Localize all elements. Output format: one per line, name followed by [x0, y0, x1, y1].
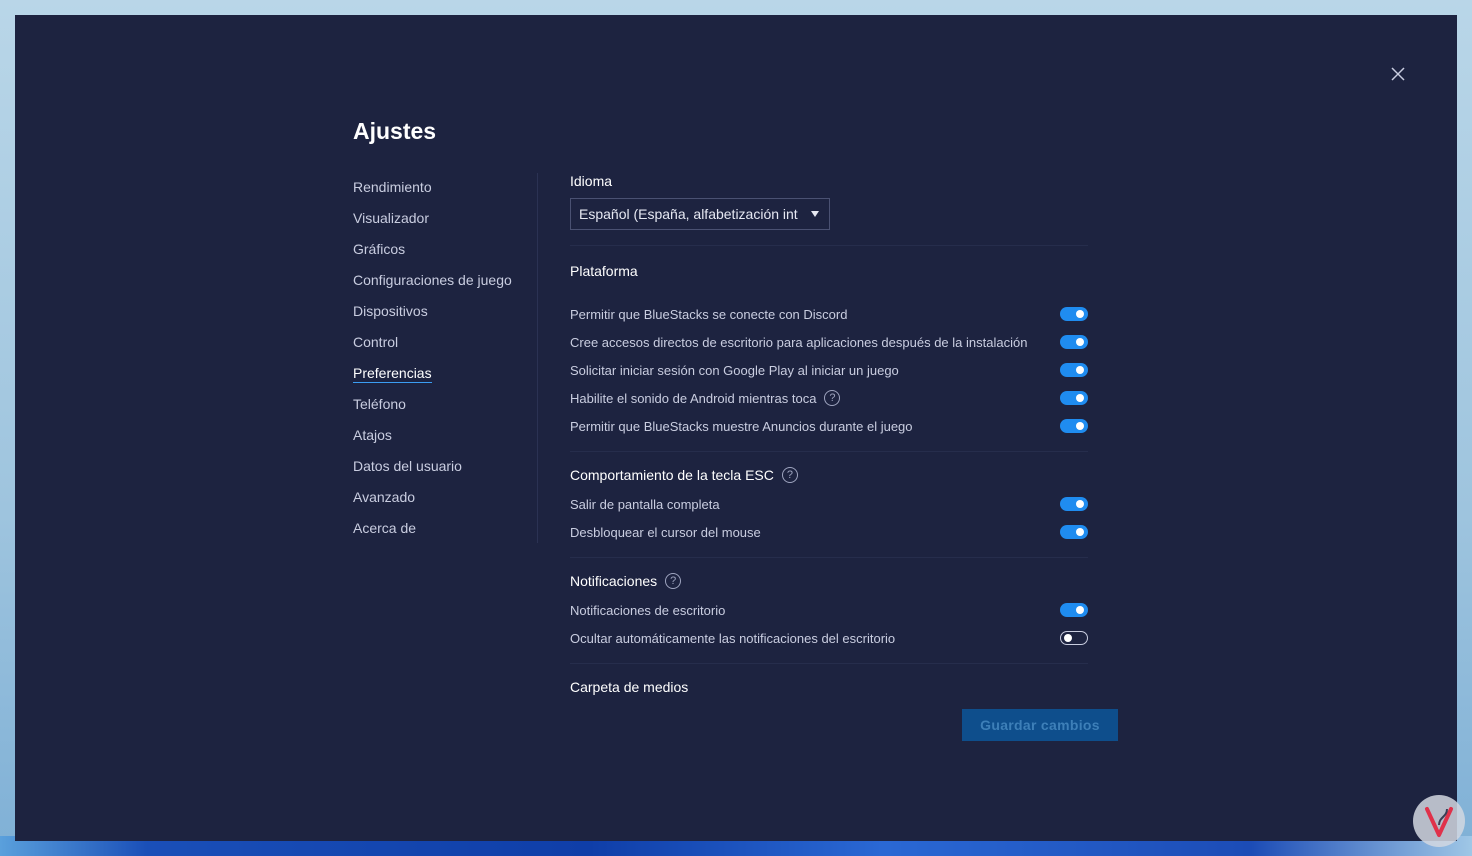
- desktop-shortcuts-toggle[interactable]: [1060, 335, 1088, 349]
- sidebar-item-datos-del-usuario[interactable]: Datos del usuario: [353, 454, 533, 485]
- section-divider: [570, 245, 1088, 246]
- settings-sidebar: Rendimiento Visualizador Gráficos Config…: [353, 175, 533, 547]
- setting-label: Cree accesos directos de escritorio para…: [570, 335, 1027, 350]
- unlock-mouse-cursor-toggle[interactable]: [1060, 525, 1088, 539]
- section-divider: [570, 663, 1088, 664]
- sidebar-item-avanzado[interactable]: Avanzado: [353, 485, 533, 516]
- media-title: Carpeta de medios: [570, 679, 689, 695]
- toggle-knob: [1076, 366, 1084, 374]
- help-icon[interactable]: ?: [781, 467, 798, 483]
- setting-label-text: Solicitar iniciar sesión con Google Play…: [570, 362, 899, 378]
- notifications-title: Notificaciones: [570, 573, 658, 589]
- setting-label-text: Salir de pantalla completa: [570, 496, 720, 512]
- sidebar-item-label: Atajos: [353, 427, 392, 443]
- sidebar-item-dispositivos[interactable]: Dispositivos: [353, 299, 533, 330]
- sidebar-divider: [537, 173, 538, 543]
- toggle-knob: [1076, 394, 1084, 402]
- sidebar-item-label: Datos del usuario: [353, 458, 462, 474]
- close-icon: [1391, 67, 1405, 81]
- exit-fullscreen-toggle[interactable]: [1060, 497, 1088, 511]
- ads-toggle[interactable]: [1060, 419, 1088, 433]
- sidebar-item-rendimiento[interactable]: Rendimiento: [353, 175, 533, 206]
- sidebar-item-atajos[interactable]: Atajos: [353, 423, 533, 454]
- notifications-section-title: Notificaciones ?: [570, 573, 682, 589]
- esc-section-title: Comportamiento de la tecla ESC ?: [570, 467, 798, 483]
- setting-label-text: Desbloquear el cursor del mouse: [570, 524, 761, 540]
- setting-row: Permitir que BlueStacks muestre Anuncios…: [570, 416, 1088, 436]
- section-divider: [570, 557, 1088, 558]
- setting-row: Habilite el sonido de Android mientras t…: [570, 388, 1088, 408]
- watermark-logo: [1413, 795, 1465, 847]
- setting-row: Desbloquear el cursor del mouse: [570, 522, 1088, 542]
- section-divider: [570, 451, 1088, 452]
- setting-label: Notificaciones de escritorio: [570, 603, 725, 618]
- help-icon[interactable]: ?: [824, 390, 841, 406]
- setting-label-text: Cree accesos directos de escritorio para…: [570, 334, 1028, 350]
- close-button[interactable]: [1390, 66, 1406, 82]
- sidebar-item-control[interactable]: Control: [353, 330, 533, 361]
- sidebar-item-label: Preferencias: [353, 365, 432, 383]
- sidebar-item-telefono[interactable]: Teléfono: [353, 392, 533, 423]
- sidebar-item-graficos[interactable]: Gráficos: [353, 237, 533, 268]
- settings-window: Ajustes Rendimiento Visualizador Gráfico…: [15, 15, 1457, 841]
- toggle-knob: [1076, 606, 1084, 614]
- sidebar-item-label: Control: [353, 334, 399, 350]
- page-title: Ajustes: [353, 118, 437, 144]
- google-play-signin-toggle[interactable]: [1060, 363, 1088, 377]
- language-title: Idioma: [570, 173, 613, 189]
- sidebar-item-label: Configuraciones de juego: [353, 272, 512, 288]
- toggle-knob: [1064, 633, 1072, 642]
- discord-toggle[interactable]: [1060, 307, 1088, 321]
- sidebar-item-acerca-de[interactable]: Acerca de: [353, 516, 533, 547]
- language-select-value: Español (España, alfabetización int: [579, 206, 798, 222]
- setting-label-text: Permitir que BlueStacks se conecte con D…: [570, 306, 848, 322]
- setting-row: Ocultar automáticamente las notificacion…: [570, 628, 1088, 648]
- sidebar-item-label: Gráficos: [353, 241, 406, 257]
- android-touch-sound-toggle[interactable]: [1060, 391, 1088, 405]
- setting-row: Solicitar iniciar sesión con Google Play…: [570, 360, 1088, 380]
- setting-row: Cree accesos directos de escritorio para…: [570, 332, 1088, 352]
- help-icon[interactable]: ?: [665, 573, 682, 589]
- sidebar-item-label: Teléfono: [353, 396, 406, 412]
- toggle-knob: [1076, 422, 1084, 430]
- setting-label-text: Permitir que BlueStacks muestre Anuncios…: [570, 418, 913, 434]
- setting-label: Habilite el sonido de Android mientras t…: [570, 390, 841, 406]
- setting-label: Solicitar iniciar sesión con Google Play…: [570, 363, 899, 378]
- toggle-knob: [1076, 528, 1084, 536]
- setting-label: Permitir que BlueStacks se conecte con D…: [570, 307, 847, 322]
- setting-label-text: Habilite el sonido de Android mientras t…: [570, 390, 817, 406]
- sidebar-item-preferencias[interactable]: Preferencias: [353, 361, 533, 392]
- sidebar-item-label: Dispositivos: [353, 303, 428, 319]
- setting-row: Notificaciones de escritorio: [570, 600, 1088, 620]
- auto-hide-notifications-toggle[interactable]: [1060, 631, 1088, 645]
- setting-label: Permitir que BlueStacks muestre Anuncios…: [570, 419, 913, 434]
- language-section-title: Idioma: [570, 173, 612, 189]
- setting-row: Salir de pantalla completa: [570, 494, 1088, 514]
- platform-section-title: Plataforma: [570, 263, 638, 279]
- sidebar-item-label: Acerca de: [353, 520, 417, 536]
- watermark-icon: [1425, 807, 1453, 837]
- setting-row: Permitir que BlueStacks se conecte con D…: [570, 304, 1088, 324]
- sidebar-item-visualizador[interactable]: Visualizador: [353, 206, 533, 237]
- toggle-knob: [1076, 310, 1084, 318]
- sidebar-item-label: Avanzado: [353, 489, 416, 505]
- sidebar-item-label: Visualizador: [353, 210, 430, 226]
- setting-label: Desbloquear el cursor del mouse: [570, 525, 761, 540]
- save-button[interactable]: Guardar cambios: [962, 709, 1118, 741]
- chevron-down-icon: [811, 211, 819, 217]
- setting-label-text: Ocultar automáticamente las notificacion…: [570, 630, 896, 646]
- toggle-knob: [1076, 338, 1084, 346]
- language-select[interactable]: Español (España, alfabetización int: [570, 198, 830, 230]
- desktop-notifications-toggle[interactable]: [1060, 603, 1088, 617]
- toggle-knob: [1076, 500, 1084, 508]
- setting-label: Salir de pantalla completa: [570, 497, 720, 512]
- setting-label-text: Notificaciones de escritorio: [570, 602, 726, 618]
- sidebar-item-label: Rendimiento: [353, 179, 432, 195]
- platform-title: Plataforma: [570, 263, 638, 279]
- setting-label: Ocultar automáticamente las notificacion…: [570, 631, 895, 646]
- sidebar-item-configuraciones-de-juego[interactable]: Configuraciones de juego: [353, 268, 533, 299]
- media-section-title: Carpeta de medios: [570, 679, 688, 695]
- esc-title: Comportamiento de la tecla ESC: [570, 467, 774, 483]
